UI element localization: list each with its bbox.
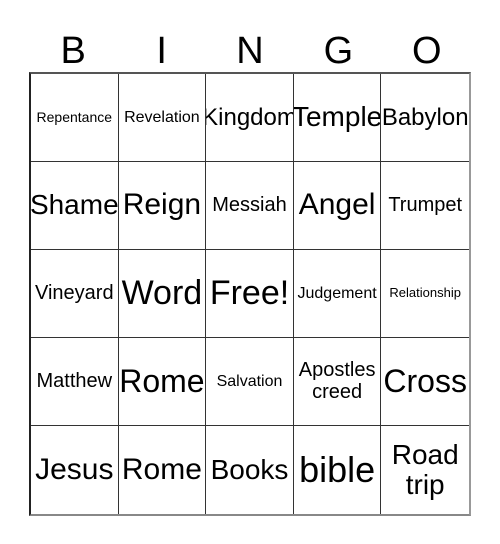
bingo-cell[interactable]: Repentance — [31, 74, 119, 162]
bingo-cell-label: bible — [299, 448, 376, 490]
bingo-cell-label: Apostles creed — [298, 358, 376, 403]
bingo-cell-label: Jesus — [35, 452, 114, 486]
bingo-cell[interactable]: Vineyard — [31, 250, 119, 338]
bingo-cell-label: Revelation — [124, 108, 200, 126]
bingo-header-letter-n: N — [236, 30, 264, 72]
bingo-header-letter-o: O — [412, 30, 442, 72]
bingo-cell[interactable]: Books — [206, 426, 294, 514]
bingo-cell[interactable]: Rome — [118, 426, 207, 514]
bingo-cell-label: Babylon — [381, 103, 469, 131]
bingo-cell[interactable]: Temple — [293, 74, 382, 162]
bingo-cell[interactable]: Reign — [118, 162, 207, 250]
bingo-cell-label: Matthew — [36, 369, 113, 392]
bingo-cell-label: Cross — [383, 363, 467, 400]
bingo-header-letter-b: B — [60, 30, 86, 72]
bingo-cell-label: Rome — [121, 452, 202, 486]
bingo-cell[interactable]: Apostles creed — [293, 338, 382, 426]
bingo-cell[interactable]: Rome — [118, 338, 207, 426]
bingo-cell-label: Angel — [298, 188, 376, 222]
bingo-cell-label: Reign — [122, 188, 202, 222]
bingo-cell[interactable]: Judgement — [293, 250, 382, 338]
bingo-cell-label: Word — [121, 274, 203, 313]
bingo-cell[interactable]: Babylon — [381, 74, 469, 162]
bingo-cell[interactable]: Matthew — [31, 338, 119, 426]
bingo-card: B I N G O Repentance Revelation Kingdom … — [0, 0, 500, 544]
bingo-cell-label: Rome — [119, 363, 205, 400]
bingo-cell[interactable]: Trumpet — [381, 162, 469, 250]
bingo-cell[interactable]: Word — [118, 250, 207, 338]
bingo-free-space[interactable]: Free! — [206, 250, 294, 338]
bingo-cell-label: Books — [210, 453, 289, 485]
bingo-cell[interactable]: Cross — [381, 338, 469, 426]
bingo-cell-label: Judgement — [297, 284, 377, 302]
bingo-cell[interactable]: Messiah — [206, 162, 294, 250]
bingo-cell-label: Road trip — [391, 438, 459, 500]
bingo-cell-label: Vineyard — [35, 281, 114, 304]
bingo-cell-label: Kingdom — [206, 103, 294, 131]
bingo-header-row: B I N G O — [29, 14, 471, 72]
bingo-cell[interactable]: bible — [293, 426, 382, 514]
bingo-cell-label: Salvation — [216, 372, 283, 390]
bingo-cell[interactable]: Salvation — [206, 338, 294, 426]
bingo-cell-label: Temple — [293, 101, 382, 133]
bingo-cell-label: Messiah — [212, 193, 287, 216]
bingo-cell-label: Repentance — [36, 108, 113, 125]
bingo-cell[interactable]: Kingdom — [206, 74, 294, 162]
bingo-cell[interactable]: Revelation — [118, 74, 207, 162]
bingo-cell-label: Shame — [31, 189, 119, 221]
bingo-cell[interactable]: Relationship — [381, 250, 469, 338]
bingo-cell[interactable]: Angel — [293, 162, 382, 250]
bingo-cell-label: Relationship — [389, 285, 461, 301]
bingo-free-space-label: Free! — [209, 274, 290, 313]
bingo-cell[interactable]: Road trip — [381, 426, 469, 514]
bingo-header-letter-g: G — [323, 30, 354, 72]
bingo-cell-label: Trumpet — [388, 193, 463, 216]
bingo-header-letter-i: I — [156, 30, 167, 72]
bingo-grid: Repentance Revelation Kingdom Temple Bab… — [29, 72, 471, 516]
bingo-cell[interactable]: Jesus — [31, 426, 119, 514]
bingo-cell[interactable]: Shame — [31, 162, 119, 250]
